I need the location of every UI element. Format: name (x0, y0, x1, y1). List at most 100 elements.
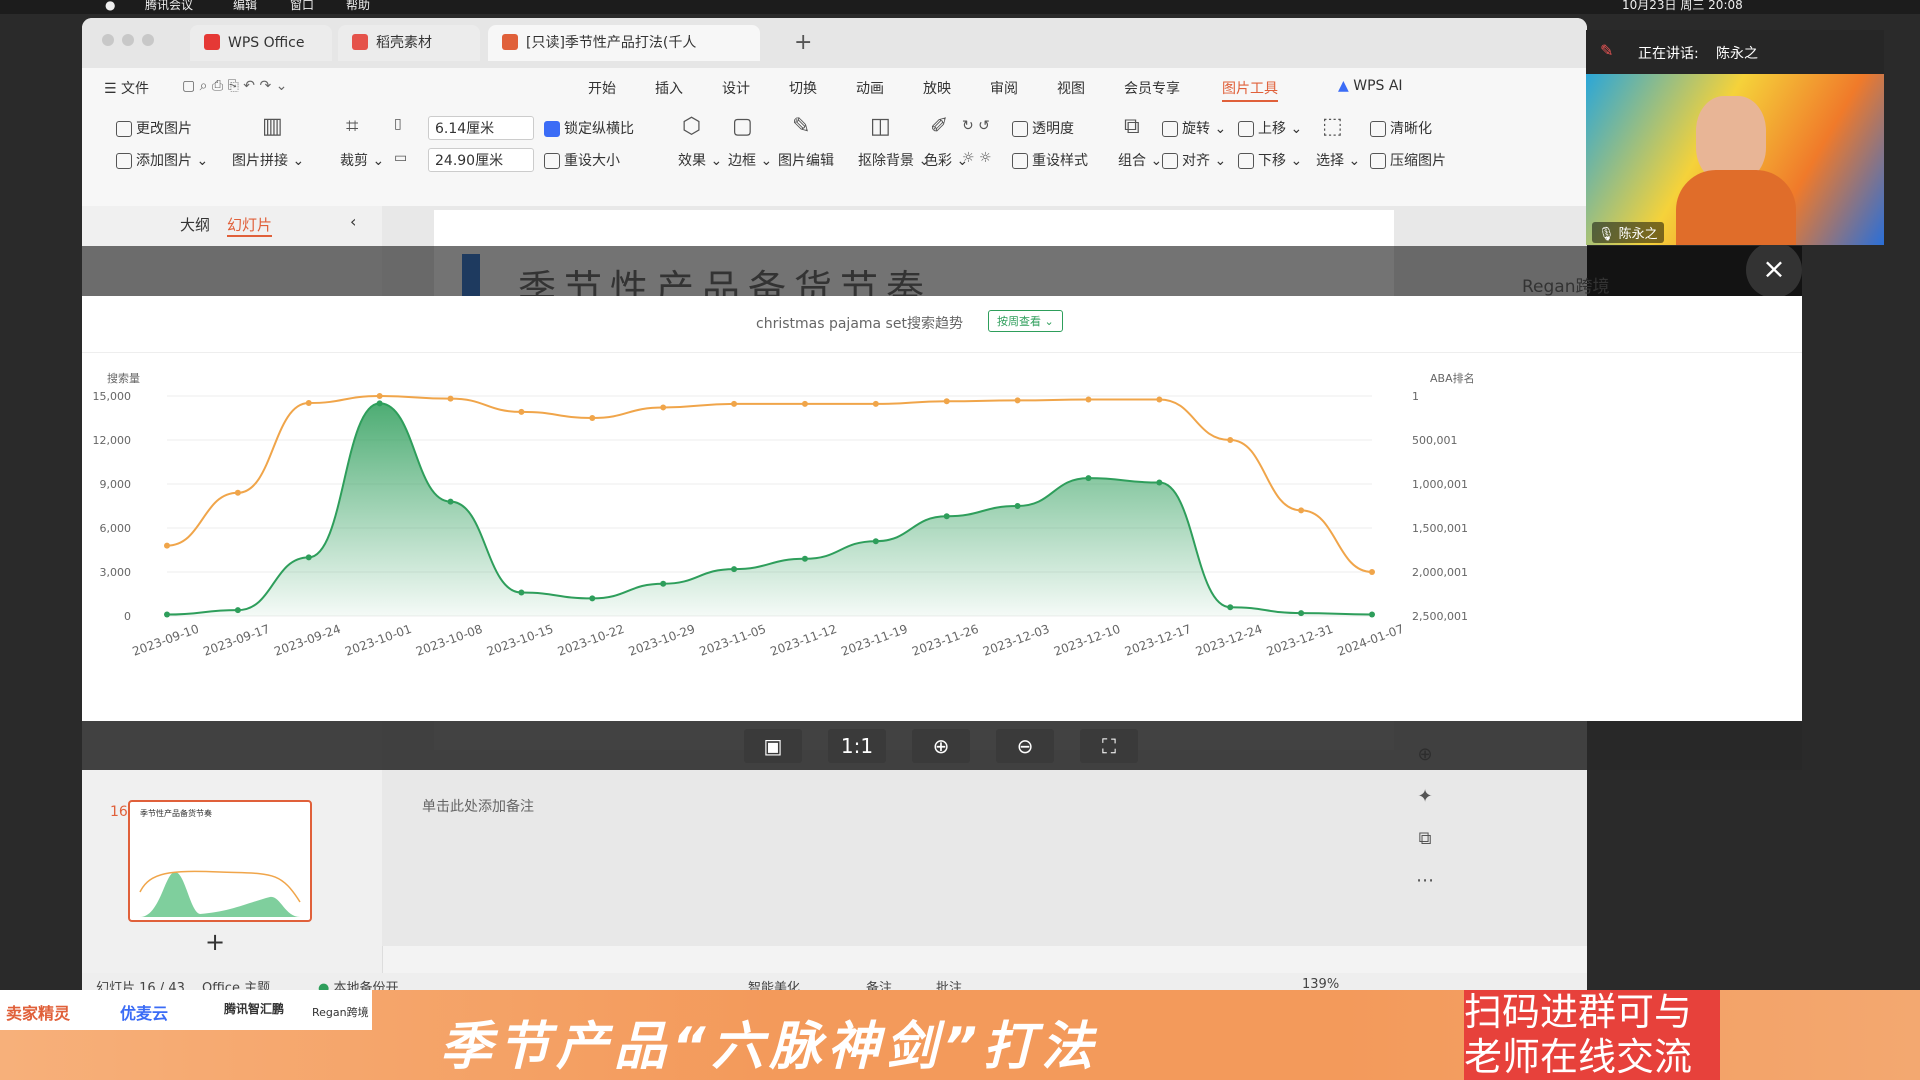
series-point (234, 607, 241, 614)
tab-view[interactable]: 视图 (1057, 78, 1085, 98)
tab-active-document[interactable]: [只读]季节性产品打法(千人 (488, 25, 760, 61)
series-point (1369, 611, 1375, 618)
weekly-view-dropdown[interactable]: 按周查看 ⌄ (988, 310, 1063, 332)
border-button[interactable]: 边框 ⌄ (728, 150, 772, 170)
series-point (518, 408, 525, 415)
y2-tick-label: 2,500,001 (1412, 610, 1468, 623)
quick-access-icons[interactable]: ▢ ⌕ ⎙ ⎘ ↶ ↷ ⌄ (182, 78, 287, 94)
tab-design[interactable]: 设计 (722, 78, 750, 98)
send-backward-button[interactable]: 下移 ⌄ (1238, 150, 1302, 170)
y-tick-label: 3,000 (100, 566, 132, 579)
y2-tick-label: 1,500,001 (1412, 522, 1468, 535)
tab-transition[interactable]: 切换 (789, 78, 817, 98)
series-point (731, 400, 738, 407)
main-menu: ☰ 文件 ▢ ⌕ ⎙ ⎘ ↶ ↷ ⌄ 开始 插入 设计 切换 动画 放映 审阅 … (82, 68, 1587, 106)
y-tick-label: 0 (124, 610, 131, 623)
bring-forward-icon (1238, 121, 1254, 137)
bring-forward-button[interactable]: 上移 ⌄ (1238, 118, 1302, 138)
close-icon: × (1762, 252, 1786, 285)
sponsor-logo: 优麦云 (120, 1004, 169, 1023)
window-close-button[interactable] (102, 34, 114, 46)
add-image-button[interactable]: 添加图片 ⌄ (116, 150, 208, 170)
tab-home[interactable]: 开始 (588, 78, 616, 98)
effects-button[interactable]: 效果 ⌄ (678, 150, 722, 170)
menubar-item[interactable]: 窗口 (290, 0, 314, 12)
series-point (447, 395, 454, 402)
add-slide-button[interactable]: + (205, 928, 225, 956)
viewer-close-button[interactable]: × (1746, 242, 1802, 298)
transparency-button[interactable]: 透明度 (1012, 118, 1074, 138)
height-input[interactable]: 24.90厘米 (428, 148, 534, 172)
tab-slideshow[interactable]: 放映 (923, 78, 951, 98)
remove-bg-button[interactable]: 抠除背景 ⌄ (858, 150, 930, 170)
compress-button[interactable]: 压缩图片 (1370, 150, 1446, 170)
tab-insert[interactable]: 插入 (655, 78, 683, 98)
remove-bg-icon: ◫ (870, 114, 891, 139)
collage-icon: ▥ (262, 114, 283, 139)
series-point (1298, 610, 1305, 617)
zoom-in-button[interactable]: ⊕ (912, 729, 970, 763)
tab-picture-tools[interactable]: 图片工具 (1222, 78, 1278, 102)
width-input[interactable]: 6.14厘米 (428, 116, 534, 140)
slide-number: 16 (110, 804, 128, 820)
tab-docer[interactable]: 稻壳素材 (338, 25, 480, 61)
x-tick-label: 2023-12-17 (1123, 622, 1193, 659)
series-area (167, 403, 1372, 616)
window-zoom-button[interactable] (142, 34, 154, 46)
group-button[interactable]: 组合 ⌄ (1118, 150, 1162, 170)
reset-size-icon (544, 153, 560, 169)
tab-wps-office[interactable]: WPS Office (190, 25, 332, 61)
zoom-in-icon: ⊕ (932, 734, 950, 758)
crop-button[interactable]: 裁剪 ⌄ (340, 150, 384, 170)
rotate-button[interactable]: 旋转 ⌄ (1162, 118, 1226, 138)
y-tick-label: 12,000 (93, 434, 132, 447)
image-collage-button[interactable]: 图片拼接 ⌄ (232, 150, 304, 170)
select-button[interactable]: 选择 ⌄ (1316, 150, 1360, 170)
lock-ratio-checkbox[interactable]: 锁定纵横比 (544, 118, 634, 138)
x-tick-label: 2023-11-19 (839, 622, 909, 659)
reset-size-button[interactable]: 重设大小 (544, 150, 620, 170)
series-point (1014, 503, 1021, 509)
sharpen-button[interactable]: 清晰化 (1370, 118, 1432, 138)
mic-muted-icon: ✎ (1600, 41, 1614, 60)
contrast-icons[interactable]: ☼ ☼ (962, 150, 992, 166)
outline-tab[interactable]: 大纲 (180, 214, 210, 235)
tab-member[interactable]: 会员专享 (1124, 78, 1180, 98)
rotate-icon (1162, 121, 1178, 137)
presentation-icon (502, 34, 518, 50)
file-menu[interactable]: ☰ 文件 (104, 78, 149, 98)
y2-tick-label: 2,000,001 (1412, 566, 1468, 579)
series-point (943, 513, 950, 520)
slide-title-bar-icon (462, 254, 480, 296)
reset-style-button[interactable]: 重设样式 (1012, 150, 1088, 170)
window-minimize-button[interactable] (122, 34, 134, 46)
menubar-item[interactable]: 腾讯会议 (145, 0, 193, 12)
collapse-panel-icon[interactable]: ‹ (350, 212, 356, 231)
actual-size-button[interactable]: 1:1 (828, 729, 886, 763)
slide-thumbnail[interactable]: 季节性产品备货节奏 (128, 800, 312, 922)
zoom-out-button[interactable]: ⊖ (996, 729, 1054, 763)
menubar-item[interactable]: 帮助 (346, 0, 370, 12)
align-button[interactable]: 对齐 ⌄ (1162, 150, 1226, 170)
menubar-item[interactable]: 编辑 (233, 0, 257, 12)
notes-placeholder[interactable]: 单击此处添加备注 (422, 796, 534, 816)
tab-animation[interactable]: 动画 (856, 78, 884, 98)
series-point (1369, 568, 1375, 575)
regan-logo: Regan跨境 (1522, 277, 1610, 297)
qr-caption: 扫码进群可与老师在线交流 (1464, 990, 1693, 1079)
brightness-icons[interactable]: ↻ ↺ (962, 118, 990, 134)
series-point (1298, 507, 1305, 514)
new-tab-plus-icon[interactable]: + (794, 30, 812, 55)
tab-review[interactable]: 审阅 (990, 78, 1018, 98)
image-icon: ▣ (763, 734, 783, 758)
x-tick-label: 2023-10-01 (343, 622, 413, 659)
image-save-button[interactable]: ▣ (744, 729, 802, 763)
apple-icon[interactable]: ● (105, 0, 115, 12)
x-tick-label: 2023-09-24 (272, 622, 342, 659)
series-point (164, 542, 170, 549)
tab-wps-ai[interactable]: ▲ WPS AI (1338, 78, 1403, 94)
change-image-button[interactable]: 更改图片 (116, 118, 192, 138)
edit-image-button[interactable]: 图片编辑 (778, 150, 834, 170)
fit-screen-button[interactable]: ⛶ (1080, 729, 1138, 763)
slides-tab[interactable]: 幻灯片 (227, 214, 273, 237)
